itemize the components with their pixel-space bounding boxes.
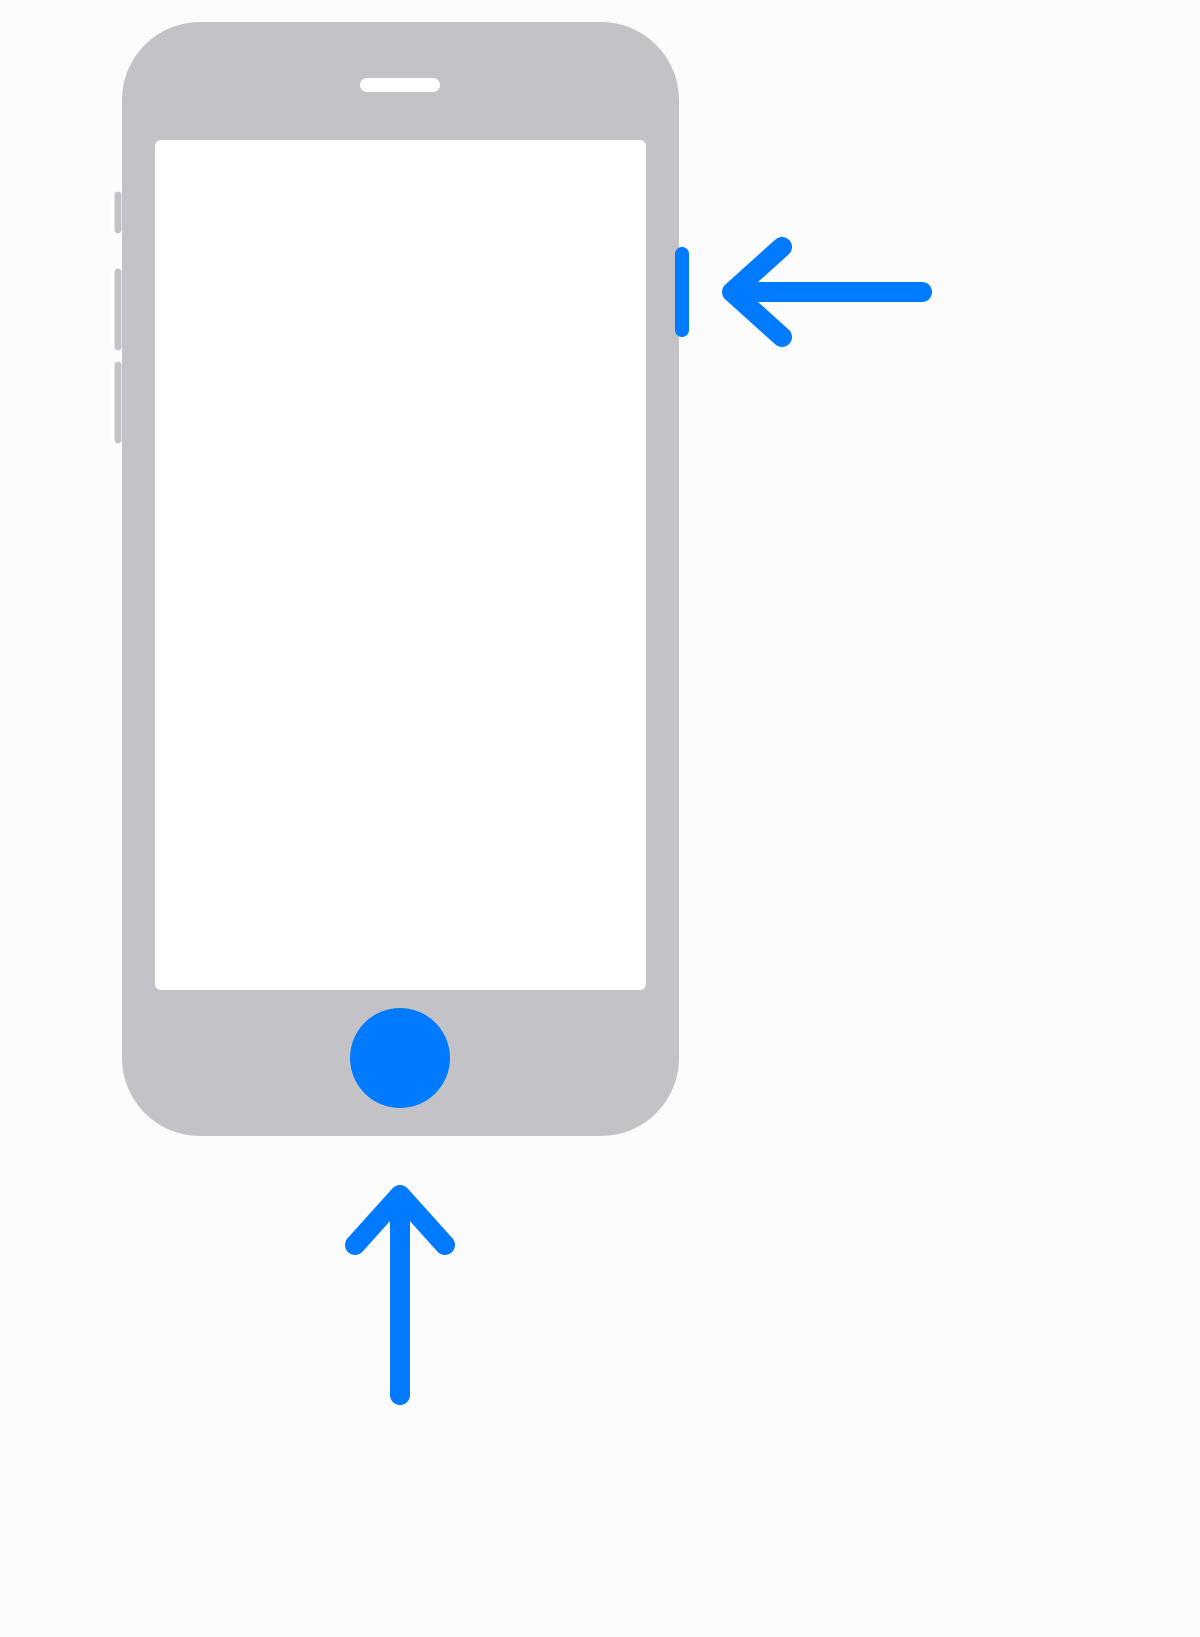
phone-screen [155,140,646,990]
arrow-to-side-button [732,247,922,337]
mute-switch [113,190,123,235]
side-button [675,247,689,337]
volume-down-button [113,360,123,445]
arrow-to-home-button [355,1195,445,1395]
earpiece-speaker [360,78,440,92]
volume-up-button [113,267,123,352]
home-button [350,1008,450,1108]
diagram-stage [0,0,1200,1637]
